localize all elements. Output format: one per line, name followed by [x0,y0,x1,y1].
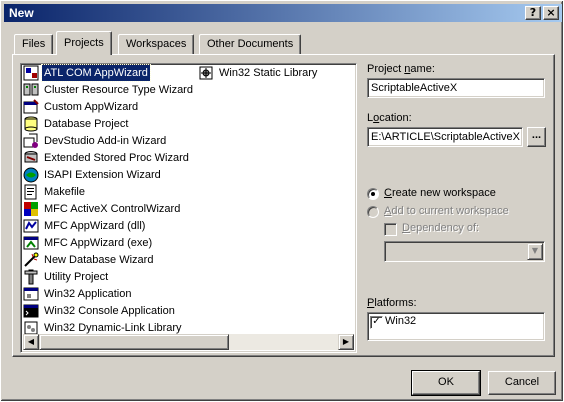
help-button[interactable]: ? [525,6,541,20]
ok-button[interactable]: OK [411,370,481,396]
tab-workspaces-label: Workspaces [126,38,187,50]
isapi-icon [23,167,39,183]
project-type-label: MFC AppWizard (exe) [44,237,153,249]
window-title: New [9,6,34,20]
dependency-label[interactable]: Dependency of: [402,222,479,234]
project-type-label: DevStudio Add-in Wizard [44,135,167,147]
project-type-list[interactable]: ATL COM AppWizard Cluster Resource Type W… [20,63,357,353]
project-name-label: Project name: [367,63,435,75]
platforms-label: Platforms: [367,297,417,309]
win32-app-icon [23,286,39,302]
title-bar[interactable]: New ? × [4,4,562,22]
cancel-button[interactable]: Cancel [488,371,556,395]
database-icon [23,116,39,132]
project-type-label: ATL COM AppWizard [41,64,151,82]
horizontal-scrollbar[interactable]: ◀ ▶ [23,334,354,350]
close-button[interactable]: × [543,6,559,20]
project-type-label: Custom AppWizard [44,101,139,113]
platforms-list[interactable]: ✓ Win32 [367,312,545,341]
create-new-workspace-label[interactable]: Create new workspace [384,187,496,199]
project-type-label: MFC ActiveX ControlWizard [44,203,181,215]
console-icon [23,303,39,319]
platform-win32-checkbox[interactable]: ✓ [370,316,383,329]
mfc-exe-icon [23,235,39,251]
static-lib-icon [198,65,214,81]
project-type-label: Cluster Resource Type Wizard [44,84,193,96]
project-type-label: Win32 Application [44,288,132,300]
new-dialog: New ? × Files Projects Workspaces Other … [0,0,564,402]
project-type-label: ISAPI Extension Wizard [44,169,161,181]
project-type-label: Makefile [44,186,85,198]
tab-workspaces[interactable]: Workspaces [118,34,195,54]
platform-win32-label: Win32 [385,315,417,327]
project-name-input[interactable]: ScriptableActiveX [367,78,545,98]
create-new-workspace-radio[interactable] [367,188,379,200]
tab-other-documents[interactable]: Other Documents [199,34,302,54]
project-type-label: Win32 Console Application [44,305,175,317]
dependency-checkbox[interactable] [384,223,397,236]
location-label: Location: [367,112,412,124]
tab-other-documents-label: Other Documents [207,38,294,50]
tab-projects[interactable]: Projects [56,31,112,55]
scroll-left-button[interactable]: ◀ [23,334,39,350]
activex-icon [23,201,39,217]
browse-button[interactable]: ... [527,127,546,147]
stored-proc-icon [23,150,39,166]
cluster-icon [23,82,39,98]
custom-wizard-icon [23,99,39,115]
project-type-label: Utility Project [44,271,109,283]
project-type-label: Database Project [44,118,129,130]
mfc-dll-icon [23,218,39,234]
scroll-thumb[interactable] [39,334,229,350]
tab-projects-label: Projects [64,37,104,49]
project-type-label: MFC AppWizard (dll) [44,220,146,232]
tab-files-label: Files [22,38,46,50]
add-to-current-workspace-radio[interactable] [367,206,379,218]
add-to-current-workspace-label[interactable]: Add to current workspace [384,205,509,217]
scroll-right-button[interactable]: ▶ [338,334,354,350]
atl-com-icon [23,65,39,81]
makefile-icon [23,184,39,200]
new-database-icon [23,252,39,268]
location-input[interactable]: E:\ARTICLE\ScriptableActiveX [367,127,523,147]
tab-files[interactable]: Files [14,34,54,54]
project-type-label: New Database Wizard [44,254,154,266]
utility-icon [23,269,39,285]
project-type-label: Extended Stored Proc Wizard [44,152,189,164]
chevron-down-icon[interactable]: ▼ [527,243,543,260]
project-type-label: Win32 Static Library [219,67,318,79]
dependency-combobox[interactable]: ▼ [384,241,545,262]
addin-icon [23,133,39,149]
